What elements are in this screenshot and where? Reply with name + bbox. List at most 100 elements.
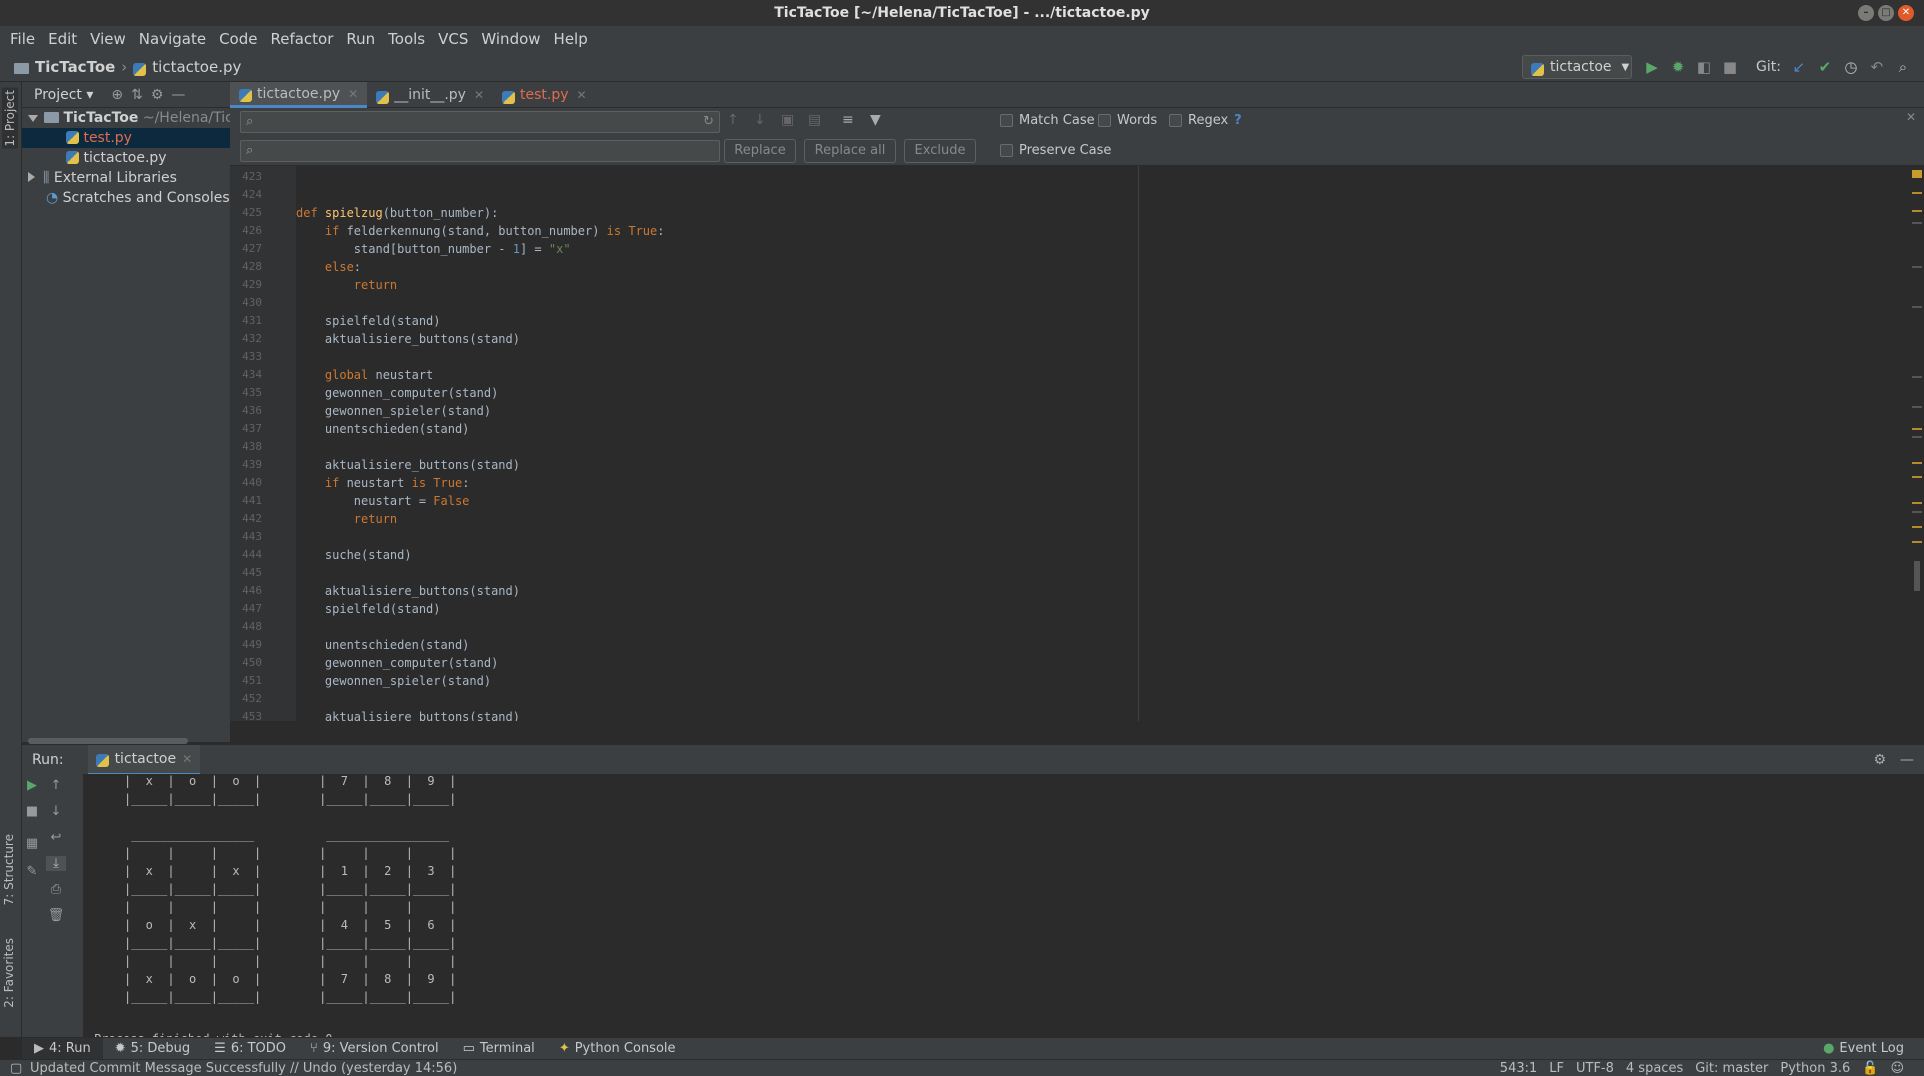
code-line[interactable]: spielfeld(stand) [296,312,441,330]
menu-vcs[interactable]: VCS [438,30,468,48]
code-line[interactable]: unentschieden(stand) [296,636,470,654]
console-output[interactable]: | x | o | o | | 7 | 8 | 9 | |_____|_____|… [84,774,1910,1037]
soft-wrap-icon[interactable]: ↩ [46,830,66,845]
tab-tictactoe-py[interactable]: tictactoe.py ✕ [230,82,368,108]
close-tab-icon[interactable]: ✕ [474,88,484,102]
breadcrumb-project[interactable]: TicTacToe [35,58,115,76]
rerun-icon[interactable]: ▶ [22,778,42,793]
tab-init-py[interactable]: __init__.py ✕ [367,82,493,108]
code-line[interactable]: aktualisiere_buttons(stand) [296,456,520,474]
search-icon[interactable]: ⌕ [1895,58,1911,76]
code-line[interactable]: return [296,510,397,528]
change-mark[interactable] [1912,511,1922,513]
multiline-icon[interactable]: ≡ [842,112,854,128]
menu-refactor[interactable]: Refactor [270,30,333,48]
close-tab-icon[interactable]: ✕ [182,752,192,766]
change-mark[interactable] [1912,436,1922,438]
locate-icon[interactable]: ⊕ [111,87,123,103]
menu-code[interactable]: Code [219,30,257,48]
code-line[interactable]: else: [296,258,361,276]
words-checkbox[interactable]: Words [1098,113,1157,128]
warning-mark[interactable] [1912,192,1922,194]
structure-tool-tab[interactable]: 7: Structure [2,834,16,905]
caret-position[interactable]: 543:1 [1500,1060,1537,1076]
regex-help-link[interactable]: ? [1234,113,1242,128]
status-message[interactable]: Updated Commit Message Successfully // U… [30,1060,457,1076]
code-line[interactable]: neustart = False [296,492,470,510]
change-mark[interactable] [1912,222,1922,224]
file-encoding[interactable]: UTF-8 [1576,1060,1614,1076]
tool-tab-todo[interactable]: ☰ 6: TODO [202,1038,298,1060]
expand-arrow-icon[interactable] [28,172,35,182]
code-line[interactable]: unentschieden(stand) [296,420,470,438]
tree-item-test-py[interactable]: test.py [22,128,230,148]
code-line[interactable]: stand[button_number - 1] = "x" [296,240,571,258]
code-line[interactable]: gewonnen_spieler(stand) [296,672,491,690]
tool-tab-debug[interactable]: ✹ 5: Debug [103,1038,202,1060]
code-line[interactable]: aktualisiere_buttons(stand) [296,330,520,348]
change-mark[interactable] [1912,266,1922,268]
expand-arrow-icon[interactable] [28,115,38,122]
trash-icon[interactable]: 🗑 [46,908,66,923]
coverage-icon[interactable]: ◧ [1696,58,1712,76]
select-all-occurrences-icon[interactable]: ▣ [781,112,794,128]
preserve-case-checkbox[interactable]: Preserve Case [1000,143,1111,158]
rollback-icon[interactable]: ↶ [1869,58,1885,76]
warning-mark[interactable] [1912,210,1922,212]
close-window-button[interactable]: ✕ [1898,5,1914,21]
code-line[interactable]: if felderkennung(stand, button_number) i… [296,222,665,240]
tool-tab-python-console[interactable]: ✦ Python Console [547,1038,688,1060]
warning-mark[interactable] [1912,476,1922,478]
down-arrow-icon[interactable]: ↓ [46,804,66,819]
inspector-icon[interactable]: ☺ [1890,1060,1904,1076]
indent-setting[interactable]: 4 spaces [1626,1060,1683,1076]
match-case-checkbox[interactable]: Match Case [1000,113,1095,128]
menu-file[interactable]: File [10,30,35,48]
maximize-button[interactable]: □ [1878,5,1894,21]
code-line[interactable]: aktualisiere_buttons(stand) [296,708,520,721]
code-line[interactable]: global neustart [296,366,433,384]
code-line[interactable]: aktualisiere_buttons(stand) [296,582,520,600]
tree-item-tictactoe-py[interactable]: tictactoe.py [66,148,167,168]
warning-mark[interactable] [1912,428,1922,430]
hide-icon[interactable]: — [1900,752,1914,768]
code-line[interactable]: def spielzug(button_number): [296,204,498,222]
code-line[interactable]: gewonnen_computer(stand) [296,654,498,672]
collapse-icon[interactable]: ⇅ [131,87,143,103]
warning-mark[interactable] [1912,462,1922,464]
warning-mark[interactable] [1912,526,1922,528]
add-selection-icon[interactable]: ▤ [808,112,821,128]
close-find-icon[interactable]: ✕ [1906,110,1916,124]
replace-button[interactable]: Replace [724,139,796,163]
search-field[interactable]: ⌕ ↻ [240,111,720,133]
pin-icon[interactable]: ✎ [22,864,42,879]
layout-icon[interactable]: ▦ [22,836,42,851]
status-toggle-icon[interactable]: ▢ [10,1060,22,1076]
next-occurrence-icon[interactable]: ↓ [754,112,766,128]
history-icon[interactable]: ◷ [1843,58,1859,76]
run-tab-tictactoe[interactable]: tictactoe ✕ [87,744,201,775]
code-line[interactable]: gewonnen_computer(stand) [296,384,498,402]
scroll-to-end-icon[interactable]: ⤓ [46,856,66,871]
code-editor[interactable]: def spielzug(button_number): if felderke… [296,166,1924,721]
breadcrumb-file[interactable]: tictactoe.py [152,58,241,76]
warning-mark[interactable] [1912,502,1922,504]
tree-item-external-libraries[interactable]: ⫼ External Libraries [28,168,177,188]
favorites-tool-tab[interactable]: 2: Favorites [2,938,16,1008]
warning-mark[interactable] [1912,541,1922,543]
warning-mark[interactable] [1912,170,1922,178]
checkbox-box[interactable] [1000,144,1013,157]
menu-view[interactable]: View [90,30,126,48]
scroll-thumb[interactable] [1914,561,1920,591]
menu-tools[interactable]: Tools [388,30,425,48]
event-log-button[interactable]: ● Event Log [1823,1041,1904,1056]
tool-tab-run[interactable]: ▶ 4: Run [22,1037,103,1060]
menu-help[interactable]: Help [554,30,588,48]
run-icon[interactable]: ▶ [1644,58,1660,76]
minimize-button[interactable]: – [1858,5,1874,21]
tree-item-root[interactable]: TicTacToe ~/Helena/Tic [28,108,230,128]
tab-test-py[interactable]: test.py ✕ [493,82,596,108]
project-view-select[interactable]: Project ▾ [34,87,93,103]
filter-icon[interactable]: ▼ [870,112,881,128]
gear-icon[interactable]: ⚙ [151,87,164,103]
